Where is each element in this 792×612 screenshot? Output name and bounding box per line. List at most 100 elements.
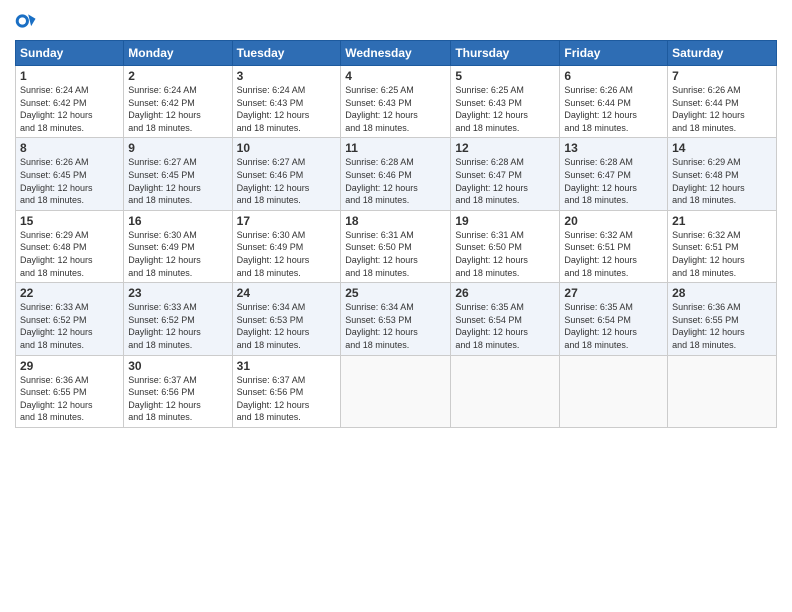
calendar-cell: 7Sunrise: 6:26 AMSunset: 6:44 PMDaylight… <box>668 66 777 138</box>
day-number: 24 <box>237 286 337 300</box>
day-number: 14 <box>672 141 772 155</box>
day-info: Sunrise: 6:33 AMSunset: 6:52 PMDaylight:… <box>128 301 227 351</box>
day-info: Sunrise: 6:32 AMSunset: 6:51 PMDaylight:… <box>672 229 772 279</box>
calendar-cell: 8Sunrise: 6:26 AMSunset: 6:45 PMDaylight… <box>16 138 124 210</box>
calendar-cell: 2Sunrise: 6:24 AMSunset: 6:42 PMDaylight… <box>124 66 232 138</box>
day-header-tuesday: Tuesday <box>232 41 341 66</box>
day-info: Sunrise: 6:29 AMSunset: 6:48 PMDaylight:… <box>20 229 119 279</box>
calendar-cell: 13Sunrise: 6:28 AMSunset: 6:47 PMDayligh… <box>560 138 668 210</box>
week-row-2: 8Sunrise: 6:26 AMSunset: 6:45 PMDaylight… <box>16 138 777 210</box>
calendar-cell: 1Sunrise: 6:24 AMSunset: 6:42 PMDaylight… <box>16 66 124 138</box>
calendar-cell: 27Sunrise: 6:35 AMSunset: 6:54 PMDayligh… <box>560 283 668 355</box>
calendar-cell: 15Sunrise: 6:29 AMSunset: 6:48 PMDayligh… <box>16 210 124 282</box>
calendar-cell: 10Sunrise: 6:27 AMSunset: 6:46 PMDayligh… <box>232 138 341 210</box>
week-row-4: 22 Sunrise: 6:33 AMSunset: 6:52 PMDayligh… <box>16 283 777 355</box>
day-info: Sunrise: 6:24 AMSunset: 6:43 PMDaylight:… <box>237 84 337 134</box>
day-number: 18 <box>345 214 446 228</box>
day-info: Sunrise: 6:24 AMSunset: 6:42 PMDaylight:… <box>20 84 119 134</box>
calendar-cell: 20Sunrise: 6:32 AMSunset: 6:51 PMDayligh… <box>560 210 668 282</box>
day-info: Sunrise: 6:26 AMSunset: 6:44 PMDaylight:… <box>672 84 772 134</box>
calendar-cell: 29Sunrise: 6:36 AMSunset: 6:55 PMDayligh… <box>16 355 124 427</box>
day-header-sunday: Sunday <box>16 41 124 66</box>
day-number: 6 <box>564 69 663 83</box>
calendar-body: 1Sunrise: 6:24 AMSunset: 6:42 PMDaylight… <box>16 66 777 428</box>
day-number: 26 <box>455 286 555 300</box>
calendar-cell: 23Sunrise: 6:33 AMSunset: 6:52 PMDayligh… <box>124 283 232 355</box>
day-number: 8 <box>20 141 119 155</box>
day-number: 17 <box>237 214 337 228</box>
calendar-cell <box>451 355 560 427</box>
day-info: Sunrise: 6:25 AMSunset: 6:43 PMDaylight:… <box>345 84 446 134</box>
day-number: 2 <box>128 69 227 83</box>
day-number: 10 <box>237 141 337 155</box>
day-header-monday: Monday <box>124 41 232 66</box>
day-number: 23 <box>128 286 227 300</box>
day-number: 31 <box>237 359 337 373</box>
calendar-cell: 6Sunrise: 6:26 AMSunset: 6:44 PMDaylight… <box>560 66 668 138</box>
calendar-cell: 16Sunrise: 6:30 AMSunset: 6:49 PMDayligh… <box>124 210 232 282</box>
calendar-cell: 26Sunrise: 6:35 AMSunset: 6:54 PMDayligh… <box>451 283 560 355</box>
day-number: 16 <box>128 214 227 228</box>
calendar-cell <box>668 355 777 427</box>
calendar-header-row: SundayMondayTuesdayWednesdayThursdayFrid… <box>16 41 777 66</box>
day-number: 5 <box>455 69 555 83</box>
week-row-5: 29Sunrise: 6:36 AMSunset: 6:55 PMDayligh… <box>16 355 777 427</box>
day-number: 3 <box>237 69 337 83</box>
day-info: Sunrise: 6:27 AMSunset: 6:45 PMDaylight:… <box>128 156 227 206</box>
day-number: 21 <box>672 214 772 228</box>
day-header-saturday: Saturday <box>668 41 777 66</box>
day-number: 1 <box>20 69 119 83</box>
day-number: 27 <box>564 286 663 300</box>
header <box>15 10 777 32</box>
day-header-wednesday: Wednesday <box>341 41 451 66</box>
day-info: Sunrise: 6:35 AMSunset: 6:54 PMDaylight:… <box>455 301 555 351</box>
calendar-cell: 3Sunrise: 6:24 AMSunset: 6:43 PMDaylight… <box>232 66 341 138</box>
calendar-cell: 12Sunrise: 6:28 AMSunset: 6:47 PMDayligh… <box>451 138 560 210</box>
day-info: Sunrise: 6:28 AMSunset: 6:47 PMDaylight:… <box>564 156 663 206</box>
logo-icon <box>15 10 37 32</box>
day-number: 28 <box>672 286 772 300</box>
day-info: Sunrise: 6:32 AMSunset: 6:51 PMDaylight:… <box>564 229 663 279</box>
day-number: 29 <box>20 359 119 373</box>
day-header-thursday: Thursday <box>451 41 560 66</box>
day-info: Sunrise: 6:36 AMSunset: 6:55 PMDaylight:… <box>672 301 772 351</box>
day-info: Sunrise: 6:25 AMSunset: 6:43 PMDaylight:… <box>455 84 555 134</box>
day-info: Sunrise: 6:26 AMSunset: 6:45 PMDaylight:… <box>20 156 119 206</box>
page: SundayMondayTuesdayWednesdayThursdayFrid… <box>0 0 792 612</box>
calendar-cell: 30Sunrise: 6:37 AMSunset: 6:56 PMDayligh… <box>124 355 232 427</box>
day-info: Sunrise: 6:34 AMSunset: 6:53 PMDaylight:… <box>237 301 337 351</box>
calendar-cell: 5Sunrise: 6:25 AMSunset: 6:43 PMDaylight… <box>451 66 560 138</box>
calendar-cell: 22Sunrise: 6:33 AMSunset: 6:52 PMDayligh… <box>16 283 124 355</box>
day-info: Sunrise: 6:24 AMSunset: 6:42 PMDaylight:… <box>128 84 227 134</box>
calendar-cell: 21Sunrise: 6:32 AMSunset: 6:51 PMDayligh… <box>668 210 777 282</box>
logo <box>15 10 41 32</box>
day-number: 25 <box>345 286 446 300</box>
calendar-cell: 11Sunrise: 6:28 AMSunset: 6:46 PMDayligh… <box>341 138 451 210</box>
day-number: 22 <box>20 286 119 300</box>
day-number: 7 <box>672 69 772 83</box>
calendar-cell: 24Sunrise: 6:34 AMSunset: 6:53 PMDayligh… <box>232 283 341 355</box>
day-info: Sunrise: 6:29 AMSunset: 6:48 PMDaylight:… <box>672 156 772 206</box>
calendar-cell <box>560 355 668 427</box>
calendar-cell: 18Sunrise: 6:31 AMSunset: 6:50 PMDayligh… <box>341 210 451 282</box>
calendar-cell <box>341 355 451 427</box>
day-number: 4 <box>345 69 446 83</box>
calendar-cell: 17Sunrise: 6:30 AMSunset: 6:49 PMDayligh… <box>232 210 341 282</box>
calendar-cell: 28Sunrise: 6:36 AMSunset: 6:55 PMDayligh… <box>668 283 777 355</box>
calendar: SundayMondayTuesdayWednesdayThursdayFrid… <box>15 40 777 428</box>
day-info: Sunrise: 6:30 AMSunset: 6:49 PMDaylight:… <box>237 229 337 279</box>
calendar-cell: 9Sunrise: 6:27 AMSunset: 6:45 PMDaylight… <box>124 138 232 210</box>
week-row-3: 15Sunrise: 6:29 AMSunset: 6:48 PMDayligh… <box>16 210 777 282</box>
week-row-1: 1Sunrise: 6:24 AMSunset: 6:42 PMDaylight… <box>16 66 777 138</box>
day-info: Sunrise: 6:28 AMSunset: 6:47 PMDaylight:… <box>455 156 555 206</box>
day-number: 15 <box>20 214 119 228</box>
day-header-friday: Friday <box>560 41 668 66</box>
day-number: 13 <box>564 141 663 155</box>
day-number: 12 <box>455 141 555 155</box>
day-info: Sunrise: 6:37 AMSunset: 6:56 PMDaylight:… <box>128 374 227 424</box>
day-info: Sunrise: 6:31 AMSunset: 6:50 PMDaylight:… <box>345 229 446 279</box>
day-info: Sunrise: 6:35 AMSunset: 6:54 PMDaylight:… <box>564 301 663 351</box>
day-info: Sunrise: 6:31 AMSunset: 6:50 PMDaylight:… <box>455 229 555 279</box>
calendar-cell: 4Sunrise: 6:25 AMSunset: 6:43 PMDaylight… <box>341 66 451 138</box>
calendar-cell: 25Sunrise: 6:34 AMSunset: 6:53 PMDayligh… <box>341 283 451 355</box>
